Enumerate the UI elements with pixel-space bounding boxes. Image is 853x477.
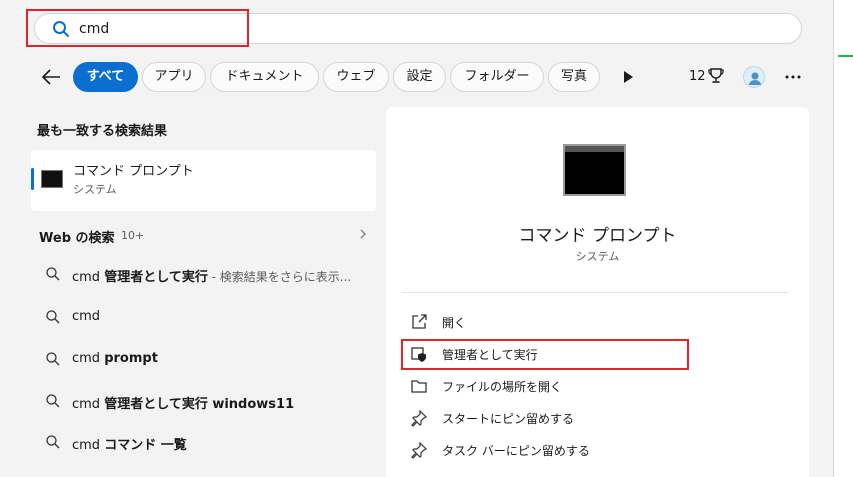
folder-icon [411,380,427,393]
web-search-heading: Web の検索 [39,231,115,246]
detail-divider [402,292,788,293]
filter-tab-all[interactable]: すべて [73,62,138,92]
background-window-edge [833,0,853,477]
search-icon [46,267,60,281]
suggestion-plain: cmd [72,438,105,453]
suggestion-plain: cmd [72,270,105,285]
trophy-icon[interactable] [708,67,724,85]
highlight-box-admin [401,339,689,370]
web-suggestion-item[interactable]: cmd コマンド 一覧 [31,427,376,457]
detail-subtitle: システム [575,250,620,263]
pin-icon [411,441,428,459]
search-icon [46,310,60,324]
suggestion-plain: cmd [72,309,101,324]
action-label: 開く [442,316,467,330]
selection-indicator [31,168,34,190]
filter-tab-apps[interactable]: アプリ [142,62,206,92]
web-suggestion-item[interactable]: cmd 管理者として実行 - 検索結果をさらに表示... [31,259,376,289]
play-more-filters-icon[interactable] [621,70,635,84]
search-icon [46,352,60,366]
suggestion-bold: 管理者として実行 [104,270,208,285]
search-icon [46,435,60,449]
background-green-line [838,55,853,57]
web-suggestion-item[interactable]: cmd 管理者として実行 windows11 [31,386,376,416]
open-external-icon [412,314,427,329]
filter-tab-folders[interactable]: フォルダー [450,62,544,92]
action-open-file-location[interactable]: ファイルの場所を開く [410,374,710,398]
command-prompt-app-icon [41,170,63,188]
action-pin-to-taskbar[interactable]: タスク バーにピン留めする [410,438,710,462]
suggestion-bold: prompt [104,351,158,366]
filter-tab-web[interactable]: ウェブ [323,62,389,92]
command-prompt-large-icon [563,144,626,196]
best-match-subtitle: システム [73,183,117,196]
filter-tab-photos[interactable]: 写真 [548,62,600,92]
suggestion-plain: cmd [72,351,105,366]
more-options-icon[interactable] [785,75,801,79]
detail-title: コマンド プロンプト [518,226,677,246]
highlight-box-search [26,9,249,47]
suggestion-bold: コマンド 一覧 [104,438,187,453]
web-suggestion-item[interactable]: cmd [31,302,376,332]
action-label: ファイルの場所を開く [442,380,563,394]
suggestion-bold: 管理者として実行 windows11 [104,397,295,412]
suggestion-plain: cmd [72,397,105,412]
back-arrow-icon[interactable] [40,66,62,88]
action-label: タスク バーにピン留めする [442,444,590,458]
filter-tab-settings[interactable]: 設定 [393,62,446,92]
pin-icon [411,409,428,427]
web-suggestion-item[interactable]: cmd prompt [31,344,376,374]
best-match-heading: 最も一致する検索結果 [37,124,168,139]
user-icon [749,72,761,85]
rewards-count: 12 [689,69,706,84]
chevron-right-icon[interactable] [358,228,368,240]
search-icon [46,394,60,408]
suggestion-muted: - 検索結果をさらに表示... [207,270,352,284]
filter-tab-documents[interactable]: ドキュメント [210,62,319,92]
action-open[interactable]: 開く [410,310,710,334]
action-pin-to-start[interactable]: スタートにピン留めする [410,406,710,430]
best-match-title: コマンド プロンプト [73,164,194,179]
action-label: スタートにピン留めする [442,412,575,426]
web-result-count: 10+ [121,229,145,242]
account-avatar[interactable] [743,66,765,88]
